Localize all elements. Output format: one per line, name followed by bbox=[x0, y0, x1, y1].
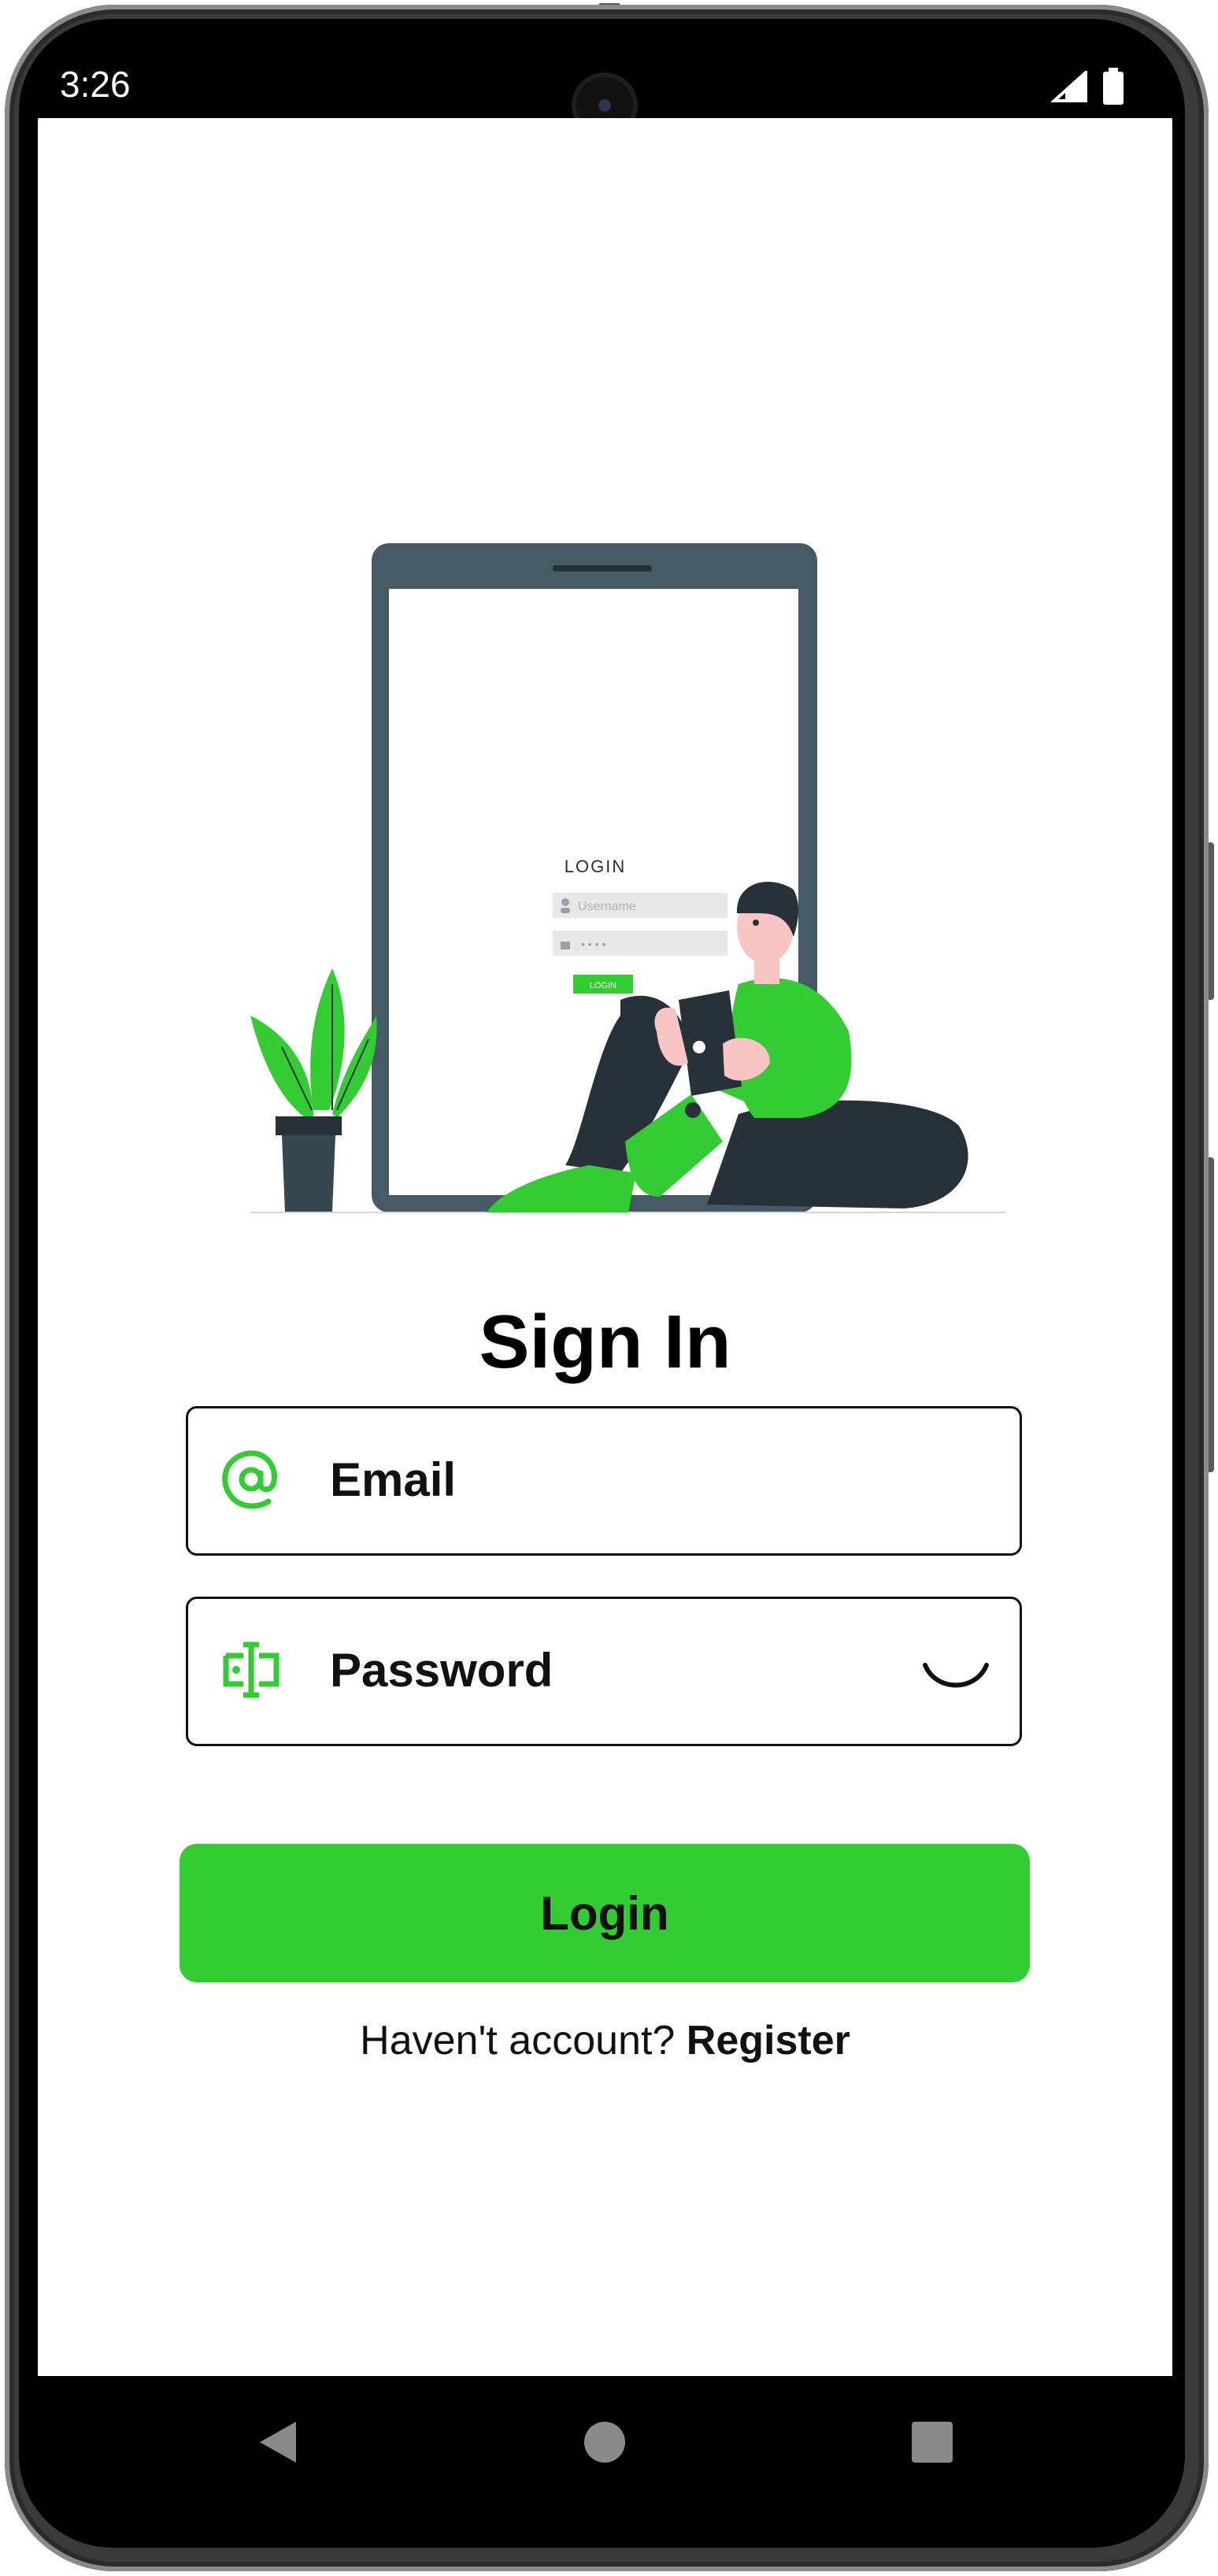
login-button-label: Login bbox=[540, 1887, 669, 1940]
illustration-username-placeholder: Username bbox=[578, 900, 636, 913]
page-title: Sign In bbox=[479, 1300, 731, 1384]
status-bar: 3:26 bbox=[38, 52, 1172, 139]
at-sign-icon bbox=[222, 1450, 277, 1509]
illustration-login-button-label: LOGIN bbox=[590, 981, 616, 990]
recent-apps-icon[interactable] bbox=[909, 2419, 956, 2466]
login-illustration: LOGIN Username • • • • LOGIN bbox=[250, 543, 1006, 1213]
login-button[interactable]: Login bbox=[180, 1844, 1030, 1982]
status-time: 3:26 bbox=[60, 64, 131, 105]
visibility-toggle-icon[interactable] bbox=[920, 1654, 991, 1701]
app-content: LOGIN Username • • • • LOGIN Sign In Ema… bbox=[38, 118, 1172, 2376]
register-link[interactable]: Register bbox=[687, 2018, 850, 2063]
password-field[interactable]: Password bbox=[186, 1597, 1022, 1746]
register-prompt-text: Haven't account? bbox=[360, 2018, 676, 2063]
illustration-password-field bbox=[553, 931, 727, 956]
email-field[interactable]: Email bbox=[186, 1406, 1022, 1556]
device-frame: 3:26 LOGIN Username • • • • LOGIN Sign I… bbox=[0, 0, 1218, 2576]
password-label: Password bbox=[330, 1644, 553, 1697]
illustration-password-mask: • • • • bbox=[581, 938, 605, 950]
password-cursor-icon bbox=[223, 1641, 280, 1698]
screen: 3:26 LOGIN Username • • • • LOGIN Sign I… bbox=[38, 52, 1172, 2508]
illustration-login-title: LOGIN bbox=[565, 857, 626, 876]
user-icon bbox=[561, 898, 569, 906]
lock-icon bbox=[561, 942, 570, 949]
email-label: Email bbox=[330, 1453, 457, 1506]
back-icon[interactable] bbox=[255, 2419, 302, 2466]
home-icon[interactable] bbox=[581, 2419, 628, 2466]
register-prompt: Haven't account? Register bbox=[38, 2017, 1172, 2064]
signal-icon bbox=[1051, 71, 1087, 102]
battery-icon bbox=[1103, 68, 1124, 105]
tablet-speaker bbox=[553, 565, 652, 572]
plant-icon bbox=[250, 968, 377, 1212]
status-icons bbox=[1051, 68, 1125, 105]
navigation-bar bbox=[38, 2376, 1172, 2508]
